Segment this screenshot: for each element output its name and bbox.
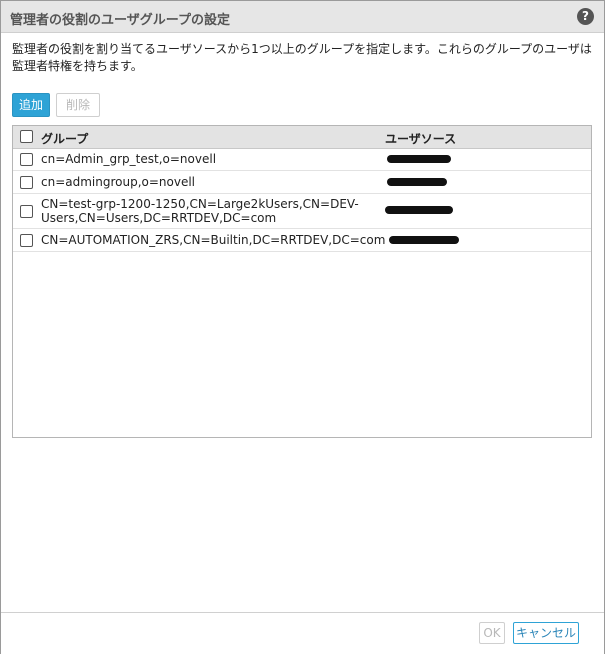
dialog-footer: OK キャンセル bbox=[1, 612, 604, 654]
table-row[interactable]: CN=test-grp-1200-1250,CN=Large2kUsers,CN… bbox=[13, 194, 591, 229]
column-header-user-source[interactable]: ユーザソース bbox=[385, 130, 456, 147]
cancel-button[interactable]: キャンセル bbox=[513, 622, 579, 644]
table-row[interactable]: cn=Admin_grp_test,o=novell bbox=[13, 148, 591, 171]
group-cell: CN=AUTOMATION_ZRS,CN=Builtin,DC=RRTDEV,D… bbox=[41, 233, 386, 247]
dialog-title: 管理者の役割のユーザグループの設定 bbox=[10, 13, 230, 28]
dialog-description: 監理者の役割を割り当てるユーザソースから1つ以上のグループを指定します。これらの… bbox=[12, 42, 592, 73]
redacted-user-source bbox=[387, 178, 447, 186]
ok-button[interactable]: OK bbox=[479, 622, 505, 644]
row-checkbox[interactable] bbox=[20, 176, 33, 189]
row-checkbox[interactable] bbox=[20, 205, 33, 218]
table-row[interactable]: cn=admingroup,o=novell bbox=[13, 171, 591, 194]
group-cell: cn=Admin_grp_test,o=novell bbox=[41, 152, 217, 166]
group-table: グループ ユーザソース cn=Admin_grp_test,o=novell c… bbox=[12, 125, 592, 438]
add-button[interactable]: 追加 bbox=[12, 93, 50, 117]
redacted-user-source bbox=[389, 236, 459, 244]
delete-button[interactable]: 削除 bbox=[56, 93, 100, 117]
table-row[interactable]: CN=AUTOMATION_ZRS,CN=Builtin,DC=RRTDEV,D… bbox=[13, 229, 591, 252]
group-settings-dialog: 管理者の役割のユーザグループの設定 ? 監理者の役割を割り当てるユーザソースから… bbox=[0, 0, 605, 654]
row-checkbox[interactable] bbox=[20, 234, 33, 247]
table-header: グループ ユーザソース bbox=[13, 126, 591, 149]
row-checkbox[interactable] bbox=[20, 153, 33, 166]
column-header-group[interactable]: グループ bbox=[41, 130, 88, 147]
select-all-checkbox[interactable] bbox=[20, 130, 33, 143]
help-icon[interactable]: ? bbox=[577, 8, 594, 25]
group-cell: CN=test-grp-1200-1250,CN=Large2kUsers,CN… bbox=[41, 197, 359, 225]
dialog-titlebar: 管理者の役割のユーザグループの設定 ? bbox=[1, 1, 604, 33]
redacted-user-source bbox=[387, 155, 451, 163]
group-cell: cn=admingroup,o=novell bbox=[41, 175, 196, 189]
redacted-user-source bbox=[385, 206, 453, 214]
